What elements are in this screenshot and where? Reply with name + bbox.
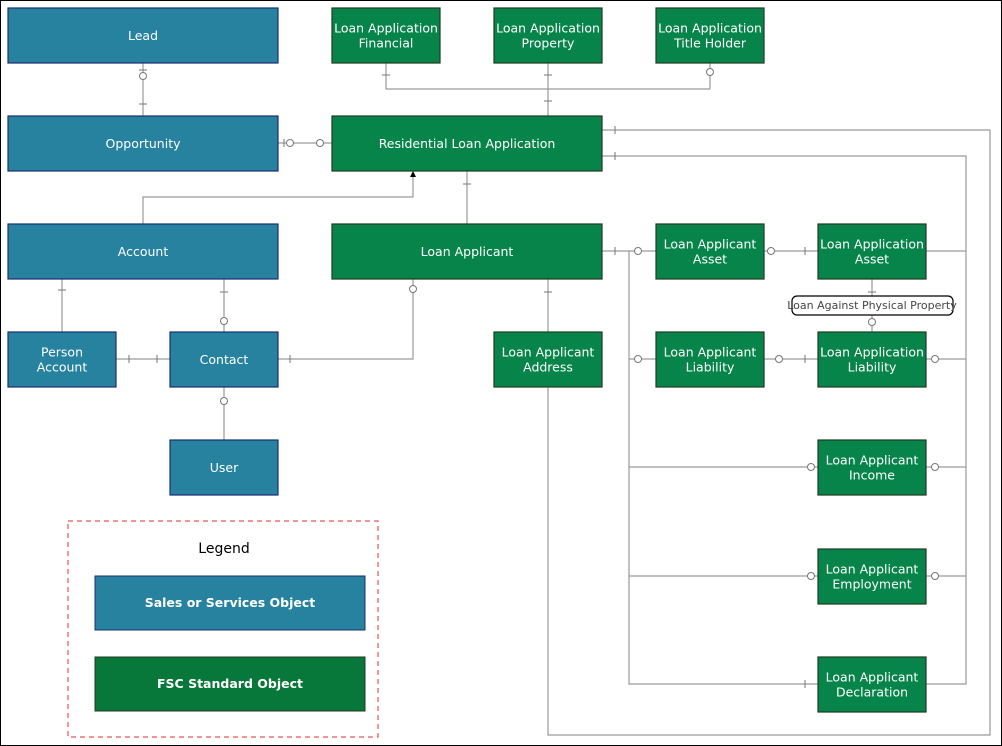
entity-label: Opportunity xyxy=(105,136,181,151)
optional-marker-icon xyxy=(807,463,815,471)
entity-label: Loan Applicant xyxy=(664,237,757,252)
entity-loan-application-asset[interactable]: Loan ApplicationAsset xyxy=(817,223,927,280)
entity-loan-applicant-declaration[interactable]: Loan ApplicantDeclaration xyxy=(817,656,927,713)
optional-marker-icon xyxy=(706,68,714,76)
entity-label: Loan Application xyxy=(496,21,600,36)
optional-marker-icon xyxy=(931,355,939,363)
legend-fsc-label: FSC Standard Object xyxy=(157,676,303,691)
entity-account[interactable]: Account xyxy=(7,223,279,280)
entity-label: User xyxy=(210,460,239,475)
entity-person-account[interactable]: PersonAccount xyxy=(7,331,117,388)
entity-loan-applicant[interactable]: Loan Applicant xyxy=(331,223,603,280)
entity-label: Loan Application xyxy=(820,237,924,252)
entity-label: Loan Applicant xyxy=(502,345,595,360)
entity-label: Loan Applicant xyxy=(826,453,919,468)
optional-marker-icon xyxy=(775,355,783,363)
optional-marker-icon xyxy=(767,247,775,255)
entity-label: Lead xyxy=(128,28,158,43)
entity-label: Financial xyxy=(359,36,414,51)
entity-loan-applicant-employment[interactable]: Loan ApplicantEmployment xyxy=(817,548,927,605)
entity-loan-application-title-holder[interactable]: Loan ApplicationTitle Holder xyxy=(655,7,765,64)
optional-marker-icon xyxy=(931,572,939,580)
entity-label: Asset xyxy=(855,252,889,267)
relationship-label: Loan Against Physical Property xyxy=(787,295,957,316)
entity-lead[interactable]: Lead xyxy=(7,7,279,64)
entity-contact[interactable]: Contact xyxy=(169,331,279,388)
relationship-label-text: Loan Against Physical Property xyxy=(787,299,957,312)
entity-label: Liability xyxy=(848,360,897,375)
optional-marker-icon xyxy=(220,397,228,405)
entity-user[interactable]: User xyxy=(169,439,279,496)
optional-marker-icon xyxy=(139,72,147,80)
entity-loan-application-property[interactable]: Loan ApplicationProperty xyxy=(493,7,603,64)
relationship-line xyxy=(547,129,991,736)
optional-marker-icon xyxy=(634,355,642,363)
entity-label: Address xyxy=(523,360,573,375)
optional-marker-icon xyxy=(286,139,294,147)
entity-label: Title Holder xyxy=(673,36,747,51)
entity-label: Liability xyxy=(686,360,735,375)
entity-label: Loan Applicant xyxy=(826,670,919,685)
entity-loan-applicant-liability[interactable]: Loan ApplicantLiability xyxy=(655,331,765,388)
entity-label: Employment xyxy=(832,577,911,592)
entity-relationship-diagram: LeadOpportunityAccountPersonAccount Conta… xyxy=(7,7,991,738)
arrow-head-icon xyxy=(410,171,416,177)
entity-opportunity[interactable]: Opportunity xyxy=(7,115,279,172)
entity-label: Declaration xyxy=(836,685,908,700)
entity-label: Residential Loan Application xyxy=(379,136,556,151)
optional-marker-icon xyxy=(316,139,324,147)
optional-marker-icon xyxy=(807,572,815,580)
entity-label: Account xyxy=(37,360,88,375)
optional-marker-icon xyxy=(868,318,876,326)
relationship-line xyxy=(142,174,414,224)
optional-marker-icon xyxy=(409,285,417,293)
entity-label: Property xyxy=(522,36,575,51)
entity-label: Income xyxy=(849,468,895,483)
entity-label: Asset xyxy=(693,252,727,267)
optional-marker-icon xyxy=(634,247,642,255)
legend-sales-label: Sales or Services Object xyxy=(145,595,316,610)
entity-loan-application-liability[interactable]: Loan ApplicationLiability xyxy=(817,331,927,388)
entity-label: Loan Applicant xyxy=(664,345,757,360)
optional-marker-icon xyxy=(931,463,939,471)
legend-title: Legend xyxy=(198,541,249,557)
entity-loan-applicant-asset[interactable]: Loan ApplicantAsset xyxy=(655,223,765,280)
entity-label: Person xyxy=(41,345,83,360)
legend: Legend Sales or Services Object FSC Stan… xyxy=(67,520,379,738)
entity-loan-application-financial[interactable]: Loan ApplicationFinancial xyxy=(331,7,441,64)
optional-marker-icon xyxy=(220,317,228,325)
entity-label: Loan Applicant xyxy=(826,562,919,577)
entity-residential-loan-application[interactable]: Residential Loan Application xyxy=(331,115,603,172)
entity-label: Loan Application xyxy=(658,21,762,36)
entity-loan-applicant-address[interactable]: Loan ApplicantAddress xyxy=(493,331,603,388)
entity-label: Contact xyxy=(200,352,249,367)
relationship-line xyxy=(278,279,414,360)
entity-label: Loan Applicant xyxy=(421,244,514,259)
entity-loan-applicant-income[interactable]: Loan ApplicantIncome xyxy=(817,439,927,496)
entity-label: Loan Application xyxy=(334,21,438,36)
entity-label: Account xyxy=(118,244,169,259)
entity-label: Loan Application xyxy=(820,345,924,360)
